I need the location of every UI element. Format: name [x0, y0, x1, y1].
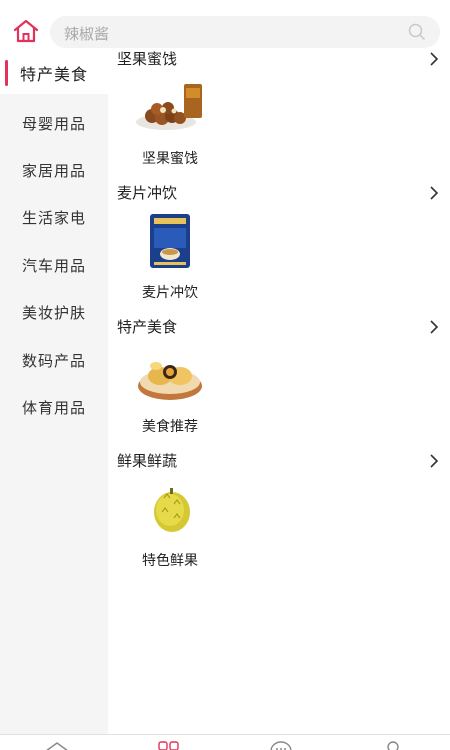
chevron-right-icon[interactable]: [428, 184, 440, 202]
home-icon[interactable]: [12, 18, 40, 44]
sidebar-item-home[interactable]: 家居用品: [0, 147, 108, 193]
user-icon[interactable]: [380, 739, 406, 750]
section-cereal: 麦片冲饮 麦片冲饮: [108, 182, 450, 316]
tile-label: 美食推荐: [142, 418, 198, 434]
sidebar-item-label: 数码产品: [22, 353, 87, 370]
bottom-tab-bar: [0, 734, 450, 750]
sidebar-item-beauty[interactable]: 美妆护肤: [0, 289, 108, 335]
section-title[interactable]: 麦片冲饮: [117, 182, 177, 203]
search-input[interactable]: 辣椒酱: [50, 16, 440, 48]
section-fruits: 鲜果鲜蔬 特色鲜果: [108, 450, 450, 584]
sidebar-item-label: 母婴用品: [22, 116, 87, 133]
section-nuts: 坚果蜜饯 坚果蜜饯: [108, 48, 450, 182]
sidebar-item-specialty-food[interactable]: 特产美食: [0, 48, 108, 94]
category-sidebar: 特产美食 母婴用品 家居用品 生活家电 汽车用品 美妆护肤 数码产品 体育用品: [0, 48, 108, 734]
nuts-image: [134, 74, 206, 140]
tile-label: 麦片冲饮: [142, 284, 198, 300]
top-bar: 辣椒酱: [0, 0, 450, 48]
sidebar-item-label: 汽车用品: [22, 258, 87, 275]
category-content: 坚果蜜饯 坚果蜜饯 麦片冲饮 麦片冲饮 特产美食 美食推荐 鲜果鲜蔬 特色鲜果: [108, 48, 450, 734]
sidebar-item-label: 家居用品: [22, 163, 87, 180]
section-specialty: 特产美食 美食推荐: [108, 316, 450, 450]
section-title[interactable]: 特产美食: [117, 316, 177, 337]
product-tile[interactable]: 美食推荐: [128, 342, 212, 446]
section-title[interactable]: 坚果蜜饯: [117, 48, 177, 69]
tile-label: 坚果蜜饯: [142, 150, 198, 166]
sidebar-item-digital[interactable]: 数码产品: [0, 337, 108, 383]
cereal-image: [134, 208, 206, 274]
tile-label: 特色鲜果: [142, 552, 198, 568]
product-tile[interactable]: 坚果蜜饯: [128, 74, 212, 178]
chevron-right-icon[interactable]: [428, 50, 440, 68]
section-title[interactable]: 鲜果鲜蔬: [117, 450, 177, 471]
message-icon[interactable]: [268, 739, 294, 750]
sidebar-item-sports[interactable]: 体育用品: [0, 384, 108, 430]
search-icon[interactable]: [408, 23, 426, 41]
durian-image: [134, 476, 206, 542]
sidebar-item-auto[interactable]: 汽车用品: [0, 242, 108, 288]
sidebar-item-label: 特产美食: [20, 67, 89, 84]
chevron-right-icon[interactable]: [428, 452, 440, 470]
home-icon[interactable]: [44, 739, 70, 750]
sidebar-item-appliances[interactable]: 生活家电: [0, 194, 108, 240]
chevron-right-icon[interactable]: [428, 318, 440, 336]
product-tile[interactable]: 麦片冲饮: [128, 208, 212, 312]
product-tile[interactable]: 特色鲜果: [128, 476, 212, 580]
sidebar-item-label: 美妆护肤: [22, 305, 87, 322]
search-placeholder: 辣椒酱: [64, 26, 110, 43]
sidebar-item-baby[interactable]: 母婴用品: [0, 100, 108, 146]
category-icon[interactable]: [156, 739, 182, 750]
pastry-image: [134, 342, 206, 408]
sidebar-item-label: 体育用品: [22, 400, 87, 417]
sidebar-item-label: 生活家电: [22, 210, 87, 227]
active-indicator: [5, 60, 8, 86]
